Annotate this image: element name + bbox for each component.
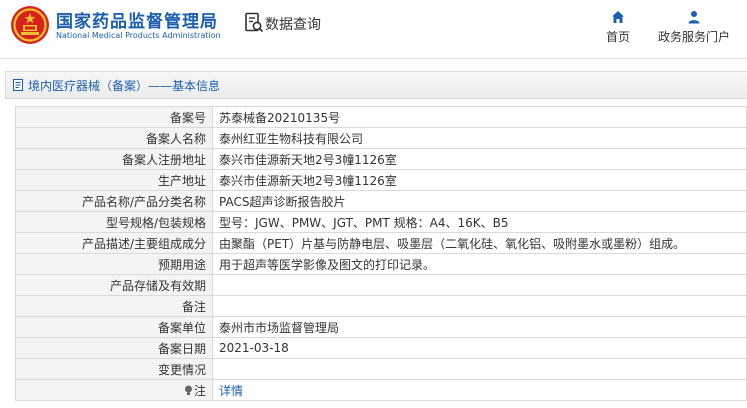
national-emblem-icon[interactable] (10, 5, 50, 45)
nav-service-portal-label: 政务服务门户 (657, 30, 730, 44)
nav-home[interactable]: 首页 (578, 10, 658, 45)
brand-name-en[interactable]: National Medical Products Administration (56, 31, 221, 40)
row-value (212, 358, 747, 380)
row-value: 泰州市市场监督管理局 (212, 316, 747, 338)
row-value: 泰兴市佳源新天地2号3幢1126室 (212, 169, 747, 191)
details-link[interactable]: 详情 (219, 384, 243, 398)
row-value: 泰兴市佳源新天地2号3幢1126室 (212, 148, 747, 170)
home-icon (612, 11, 624, 23)
row-label: 生产地址 (15, 169, 213, 191)
row-label: 产品描述/主要组成成分 (15, 232, 213, 254)
row-value: PACS超声诊断报告胶片 (212, 190, 747, 212)
row-value (212, 295, 747, 317)
row-label: 备案单位 (15, 316, 213, 338)
header-divider (0, 58, 747, 59)
table-row: 备案单位 泰州市市场监督管理局 (15, 316, 747, 338)
breadcrumb: 境内医疗器械（备案）——基本信息 (5, 71, 747, 99)
table-row: 预期用途 用于超声等医学影像及图文的打印记录。 (15, 253, 747, 275)
note-label-cell: 注 (15, 379, 213, 401)
table-row: 备注 (15, 295, 747, 317)
row-value: 型号：JGW、PMW、JGT、PMT 规格：A4、16K、B5 (212, 211, 747, 233)
document-icon (13, 79, 23, 91)
lightbulb-icon (184, 385, 192, 395)
site-header: 国家药品监督管理局 National Medical Products Admi… (0, 0, 747, 58)
row-value: 由聚酯（PET）片基与防静电层、吸墨层（二氧化硅、氧化铝、吸附墨水或墨粉）组成。 (212, 232, 747, 254)
row-label: 备注 (15, 295, 213, 317)
nav-home-label: 首页 (605, 30, 630, 44)
data-query-label: 数据查询 (265, 17, 321, 33)
row-label: 注 (193, 383, 206, 398)
row-label: 产品名称/产品分类名称 (15, 190, 213, 212)
row-label: 产品存储及有效期 (15, 274, 213, 296)
row-value: 泰州红亚生物科技有限公司 (212, 127, 747, 149)
row-label: 预期用途 (15, 253, 213, 275)
nav-service-portal[interactable]: 政务服务门户 (654, 10, 734, 45)
row-value: 苏泰械备20210135号 (212, 106, 747, 128)
row-label: 备案人注册地址 (15, 148, 213, 170)
table-row: 产品名称/产品分类名称 PACS超声诊断报告胶片 (15, 190, 747, 212)
row-value: 2021-03-18 (212, 337, 747, 359)
table-row: 备案日期 2021-03-18 (15, 337, 747, 359)
row-value: 详情 (212, 379, 747, 401)
row-label: 型号规格/包装规格 (15, 211, 213, 233)
table-row: 产品描述/主要组成成分 由聚酯（PET）片基与防静电层、吸墨层（二氧化硅、氧化铝… (15, 232, 747, 254)
user-icon (688, 11, 700, 24)
table-row: 型号规格/包装规格 型号：JGW、PMW、JGT、PMT 规格：A4、16K、B… (15, 211, 747, 233)
table-row: 生产地址 泰兴市佳源新天地2号3幢1126室 (15, 169, 747, 191)
table-row: 产品存储及有效期 (15, 274, 747, 296)
table-row: 备案人注册地址 泰兴市佳源新天地2号3幢1126室 (15, 148, 747, 170)
search-document-icon (245, 12, 264, 33)
table-row: 变更情况 (15, 358, 747, 380)
brand-name-cn[interactable]: 国家药品监督管理局 (56, 7, 218, 32)
table-row: 备案人名称 泰州红亚生物科技有限公司 (15, 127, 747, 149)
row-label: 备案日期 (15, 337, 213, 359)
row-label: 备案号 (15, 106, 213, 128)
row-label: 备案人名称 (15, 127, 213, 149)
row-value: 用于超声等医学影像及图文的打印记录。 (212, 253, 747, 275)
table-row: 注 详情 (15, 379, 747, 401)
table-row: 备案号 苏泰械备20210135号 (15, 106, 747, 128)
breadcrumb-text: 境内医疗器械（备案）——基本信息 (28, 79, 221, 93)
record-detail-table: 备案号 苏泰械备20210135号 备案人名称 泰州红亚生物科技有限公司 备案人… (15, 106, 747, 401)
row-label: 变更情况 (15, 358, 213, 380)
row-value (212, 274, 747, 296)
